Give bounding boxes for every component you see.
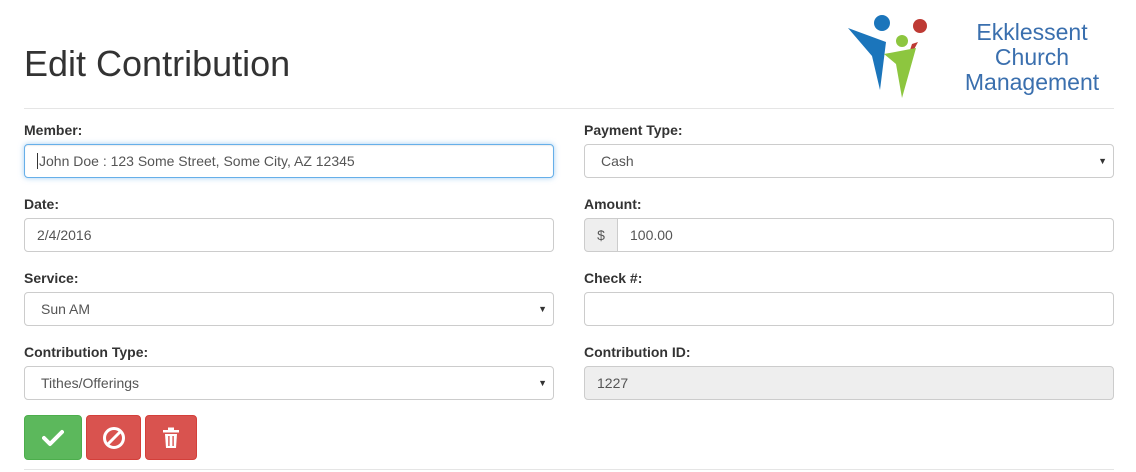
check-number-label: Check #: [584,270,643,286]
logo-line-2: Church [994,44,1070,70]
contribution-type-label: Contribution Type: [24,344,149,360]
cancel-button[interactable] [86,415,141,460]
date-input[interactable]: 2/4/2016 [24,218,554,252]
check-icon [42,429,64,446]
logo-figures-icon [848,15,948,98]
save-button[interactable] [24,415,82,460]
contribution-type-value: Tithes/Offerings [41,375,140,391]
member-value: John Doe : 123 Some Street, Some City, A… [39,153,355,169]
caret-down-icon: ▼ [1098,156,1107,166]
service-value: Sun AM [41,301,91,317]
contribution-id-label: Contribution ID: [584,344,691,360]
amount-value: 100.00 [630,227,673,243]
currency-addon: $ [584,218,618,252]
caret-down-icon: ▼ [538,378,547,388]
delete-button[interactable] [145,415,197,460]
caret-down-icon: ▼ [538,304,547,314]
page-title: Edit Contribution [24,43,291,84]
amount-input[interactable]: 100.00 [617,218,1114,252]
payment-type-select[interactable]: Cash ▼ [584,144,1114,178]
date-value: 2/4/2016 [37,227,92,243]
logo-line-3: Management [964,69,1100,95]
ban-icon [102,426,125,449]
logo-line-1: Ekklessent [976,19,1088,45]
contribution-type-select[interactable]: Tithes/Offerings ▼ [24,366,554,400]
service-select[interactable]: Sun AM ▼ [24,292,554,326]
text-cursor [37,153,38,170]
member-label: Member: [24,122,83,138]
trash-icon [163,427,179,448]
logo-text: Ekklessent Church Management [952,20,1112,95]
header-divider [24,108,1114,109]
check-number-input[interactable] [584,292,1114,326]
app-logo: Ekklessent Church Management [846,12,1116,102]
service-label: Service: [24,270,79,286]
date-label: Date: [24,196,60,212]
contribution-id-value: 1227 [597,375,629,391]
member-input[interactable]: John Doe : 123 Some Street, Some City, A… [24,144,554,178]
payment-type-value: Cash [601,153,634,169]
contribution-id-field: 1227 [584,366,1114,400]
payment-type-label: Payment Type: [584,122,683,138]
footer-divider [24,469,1114,470]
amount-label: Amount: [584,196,642,212]
